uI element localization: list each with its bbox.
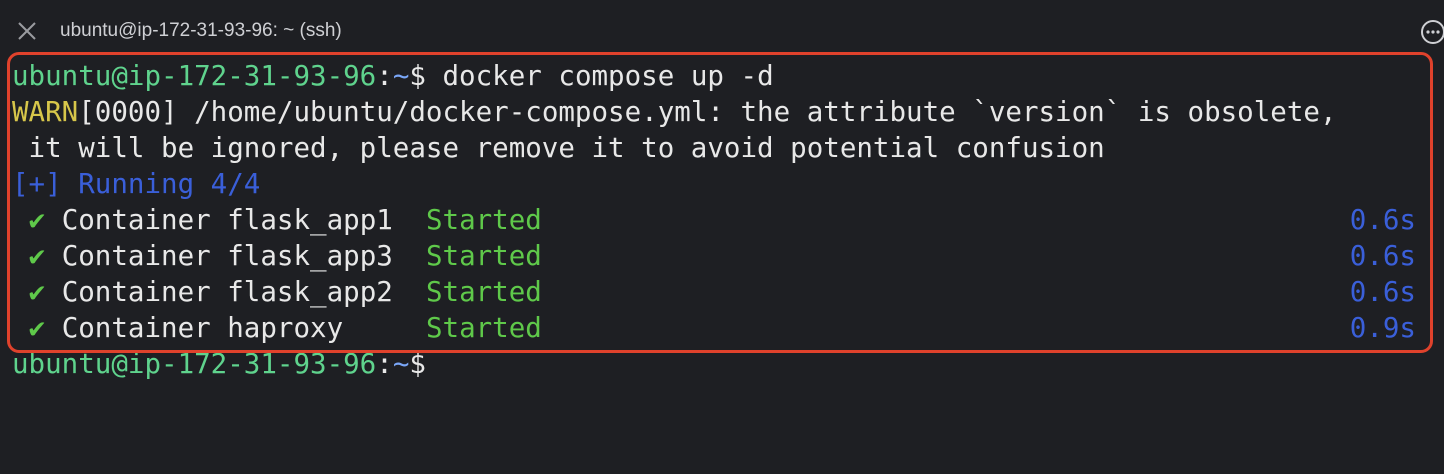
running-status: [+] Running 4/4 (12, 168, 261, 200)
container-name: Container haproxy (61, 312, 393, 344)
container-time: 0.6s (1349, 240, 1416, 272)
prompt-line: ubuntu@ip-172-31-93-96:~$ (12, 346, 426, 382)
warn-line-2: it will be ignored, please remove it to … (12, 132, 1105, 164)
prompt-path: ~ (392, 348, 410, 380)
more-options-icon[interactable] (1420, 19, 1444, 45)
container-status: Started (425, 312, 542, 344)
prompt-symbol: $ (409, 60, 426, 92)
warn-prefix: WARN (12, 96, 79, 128)
close-icon[interactable] (17, 21, 37, 41)
command-text: docker compose up -d (425, 60, 774, 92)
prompt-separator: : (376, 60, 393, 92)
terminal-output[interactable]: ubuntu@ip-172-31-93-96:~$ docker compose… (0, 56, 1444, 474)
container-status: Started (425, 240, 542, 272)
container-name: Container flask_app2 (61, 276, 393, 308)
container-row: ✔ Container flask_app1 Started 0.6s (12, 202, 1430, 238)
prompt-symbol: $ (409, 348, 426, 380)
container-time: 0.6s (1349, 276, 1416, 308)
container-row: ✔ Container flask_app2 Started 0.6s (12, 274, 1430, 310)
container-time: 0.6s (1349, 204, 1416, 236)
command-line: ubuntu@ip-172-31-93-96:~$ docker compose… (12, 58, 774, 94)
container-row: ✔ Container flask_app3 Started 0.6s (12, 238, 1430, 274)
tab-title[interactable]: ubuntu@ip-172-31-93-96: ~ (ssh) (60, 20, 342, 42)
container-name: Container flask_app3 (61, 240, 393, 272)
container-row: ✔ Container haproxy Started 0.9s (12, 310, 1430, 346)
prompt-separator: : (376, 348, 393, 380)
terminal-window: ubuntu@ip-172-31-93-96: ~ (ssh) ubuntu@i… (0, 0, 1444, 474)
check-icon: ✔ (28, 276, 46, 308)
container-status: Started (425, 276, 542, 308)
check-icon: ✔ (28, 240, 46, 272)
container-status: Started (425, 204, 542, 236)
prompt-path: ~ (392, 60, 410, 92)
container-name: Container flask_app1 (61, 204, 393, 236)
warn-line-1: WARN[0000] /home/ubuntu/docker-compose.y… (12, 94, 1337, 130)
container-time: 0.9s (1349, 312, 1416, 344)
warn-text-1: [0000] /home/ubuntu/docker-compose.yml: … (78, 96, 1337, 128)
check-icon: ✔ (28, 204, 46, 236)
prompt-user: ubuntu@ip-172-31-93-96 (12, 348, 377, 380)
prompt-user: ubuntu@ip-172-31-93-96 (12, 60, 377, 92)
tab-bar: ubuntu@ip-172-31-93-96: ~ (ssh) (0, 0, 1444, 48)
check-icon: ✔ (28, 312, 46, 344)
